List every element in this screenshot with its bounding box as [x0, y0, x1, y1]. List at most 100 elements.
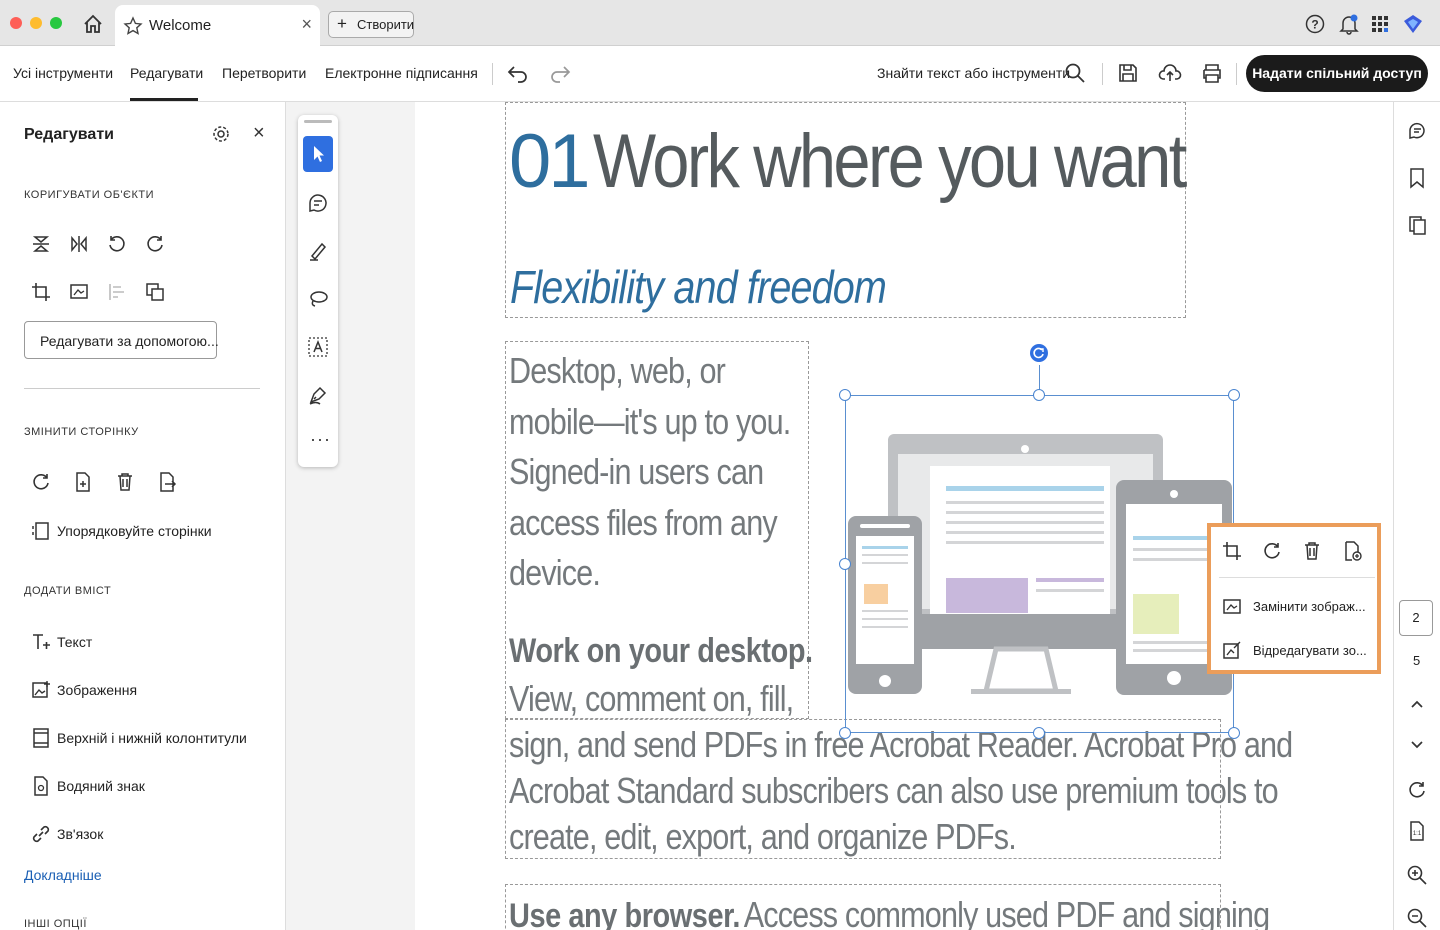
watermark-icon[interactable]	[30, 775, 52, 797]
trash-icon[interactable]	[1301, 540, 1323, 562]
add-image-label[interactable]: Зображення	[57, 682, 137, 698]
more-tools-icon[interactable]: ···	[310, 429, 331, 450]
edit-sidebar: Редагувати × КОРИГУВАТИ ОБ'ЄКТИ Редагува…	[0, 102, 286, 930]
print-icon[interactable]	[1200, 62, 1224, 84]
undo-icon[interactable]	[506, 62, 530, 84]
upload-cloud-icon[interactable]	[1158, 62, 1182, 84]
add-image-icon[interactable]	[30, 679, 52, 701]
crop-icon[interactable]	[1221, 540, 1243, 562]
rotate-page-icon[interactable]	[30, 471, 52, 493]
add-text-icon[interactable]	[30, 631, 52, 653]
resize-handle-nw[interactable]	[839, 389, 851, 401]
chevron-up-icon[interactable]	[1407, 695, 1427, 715]
current-page-input[interactable]: 2	[1399, 600, 1433, 636]
zoom-in-icon[interactable]	[1406, 864, 1428, 886]
notifications-icon[interactable]	[1338, 13, 1360, 35]
organize-pages-icon[interactable]	[30, 520, 52, 542]
text-box-icon[interactable]	[306, 335, 330, 359]
rotate-right-icon[interactable]	[1261, 540, 1283, 562]
comments-panel-icon[interactable]	[1406, 120, 1428, 142]
add-text-label[interactable]: Текст	[57, 634, 92, 650]
extract-page-icon[interactable]	[156, 471, 178, 493]
intro-line: Signed-in users can	[509, 451, 764, 492]
bookmarks-icon[interactable]	[1406, 167, 1428, 189]
arrange-icon[interactable]	[144, 281, 166, 303]
menu-convert[interactable]: Перетворити	[222, 65, 306, 81]
desktop-heading: Work on your desktop.	[509, 632, 813, 670]
header-footer-icon[interactable]	[30, 727, 52, 749]
redo-icon[interactable]	[548, 62, 572, 84]
section-add-content: ДОДАТИ ВМІСТ	[24, 585, 112, 597]
resize-handle-se[interactable]	[1228, 727, 1240, 739]
gear-icon[interactable]	[211, 124, 231, 144]
minimize-window-button[interactable]	[30, 17, 42, 29]
close-icon[interactable]: ×	[253, 122, 265, 145]
heading-title: Work where you want	[593, 119, 1187, 204]
share-button[interactable]: Надати спільний доступ	[1246, 55, 1428, 92]
toolbar-divider	[1236, 63, 1237, 85]
context-divider	[1219, 577, 1375, 578]
edit-image-item[interactable]: Відредагувати зо...	[1253, 643, 1367, 658]
maximize-window-button[interactable]	[50, 17, 62, 29]
flip-vertical-icon[interactable]	[30, 233, 52, 255]
acrobat-logo-icon[interactable]	[1402, 13, 1424, 35]
resize-handle-w[interactable]	[839, 558, 851, 570]
create-button[interactable]: + Створити	[328, 11, 414, 38]
link-icon[interactable]	[30, 823, 52, 845]
rotate-left-icon[interactable]	[106, 233, 128, 255]
menu-e-sign[interactable]: Електронне підписання	[325, 65, 478, 81]
link-label[interactable]: Зв'язок	[57, 826, 103, 842]
resize-handle-s[interactable]	[1033, 727, 1045, 739]
subheading: Flexibility and freedom	[510, 261, 887, 313]
chevron-down-icon[interactable]	[1407, 734, 1427, 754]
header-footer-label[interactable]: Верхній і нижній колонтитули	[57, 730, 247, 746]
rotate-view-icon[interactable]	[1406, 779, 1428, 801]
search-icon[interactable]	[1064, 62, 1086, 84]
close-window-button[interactable]	[10, 17, 22, 29]
edit-image-icon[interactable]	[1221, 640, 1243, 662]
section-change-page: ЗМІНИТИ СТОРІНКУ	[24, 426, 139, 438]
help-icon[interactable]: ?	[1305, 14, 1325, 34]
intro-line: mobile—it's up to you.	[509, 400, 791, 442]
fit-page-icon[interactable]: 1:1	[1406, 820, 1428, 842]
rotate-right-icon[interactable]	[144, 233, 166, 255]
highlight-pen-icon[interactable]	[306, 239, 330, 263]
browser-line: Access commonly used PDF and signing	[743, 894, 1270, 930]
learn-more-link[interactable]: Докладніше	[24, 867, 102, 883]
lasso-icon[interactable]	[306, 287, 330, 311]
add-to-page-icon[interactable]	[1341, 540, 1363, 562]
intro-line: Desktop, web, or	[509, 350, 726, 391]
search-tools-label[interactable]: Знайти текст або інструменти	[877, 65, 1070, 81]
replace-image-icon[interactable]	[1221, 596, 1243, 618]
insert-page-icon[interactable]	[72, 471, 94, 493]
menu-edit[interactable]: Редагувати	[130, 65, 203, 81]
replace-image-item[interactable]: Замінити зображ...	[1253, 599, 1366, 614]
drag-handle[interactable]	[304, 120, 332, 123]
delete-page-icon[interactable]	[114, 471, 136, 493]
apps-grid-icon[interactable]	[1370, 14, 1390, 34]
tab-welcome[interactable]: Welcome ×	[115, 5, 320, 46]
sign-pen-icon[interactable]	[306, 383, 330, 407]
home-icon[interactable]	[82, 13, 104, 35]
close-tab-icon[interactable]: ×	[301, 14, 312, 35]
star-icon[interactable]	[123, 16, 143, 36]
resize-handle-sw[interactable]	[839, 727, 851, 739]
watermark-label[interactable]: Водяний знак	[57, 778, 145, 794]
svg-text:1:1: 1:1	[1413, 831, 1422, 837]
page-thumbnails-icon[interactable]	[1406, 214, 1428, 236]
edit-with-dropdown[interactable]: Редагувати за допомогою...	[24, 321, 219, 359]
replace-image-icon[interactable]	[68, 281, 90, 303]
desktop-line: create, edit, export, and organize PDFs.	[509, 816, 1017, 857]
resize-handle-n[interactable]	[1033, 389, 1045, 401]
intro-line: access files from any	[509, 501, 778, 543]
select-tool-button[interactable]	[303, 136, 333, 172]
rotate-handle-icon[interactable]	[1030, 344, 1048, 362]
flip-horizontal-icon[interactable]	[68, 233, 90, 255]
resize-handle-ne[interactable]	[1228, 389, 1240, 401]
menu-all-tools[interactable]: Усі інструменти	[13, 65, 113, 81]
save-icon[interactable]	[1117, 62, 1139, 84]
comment-icon[interactable]	[306, 191, 330, 215]
crop-icon[interactable]	[30, 281, 52, 303]
zoom-out-icon[interactable]	[1406, 907, 1428, 929]
organize-pages-label[interactable]: Упорядковуйте сторінки	[57, 523, 212, 539]
